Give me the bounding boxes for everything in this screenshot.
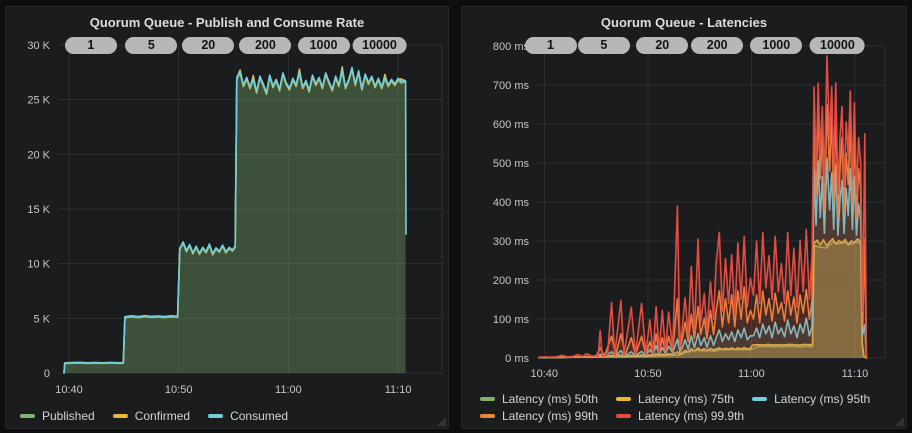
x-tick-label: 11:10 <box>842 368 869 380</box>
legend-item-consumed[interactable]: Consumed <box>208 409 288 423</box>
legend-item-latency-ms-50th[interactable]: Latency (ms) 50th <box>480 392 598 406</box>
y-tick-label: 700 ms <box>493 80 530 92</box>
y-tick-label: 0 ms <box>505 353 529 365</box>
legend-label: Latency (ms) 99th <box>502 409 598 423</box>
dashboard: Quorum Queue - Publish and Consume Rate … <box>0 0 912 433</box>
annotation-pill-200[interactable]: 200 <box>691 37 743 54</box>
y-tick-label: 5 K <box>33 313 50 325</box>
panel-latencies: Quorum Queue - Latencies 0 ms100 ms200 m… <box>461 6 907 429</box>
panel-resize-handle[interactable] <box>437 417 446 426</box>
rate-chart-legend: Published Confirmed Consumed <box>20 408 288 423</box>
annotation-pill-200[interactable]: 200 <box>239 37 291 54</box>
annotation-pill-1000[interactable]: 1000 <box>750 37 802 54</box>
legend-color-dash <box>616 397 631 401</box>
annotation-pill-20[interactable]: 20 <box>636 37 688 54</box>
annotation-pill-20[interactable]: 20 <box>182 37 234 54</box>
annotation-pill-1000[interactable]: 1000 <box>298 37 350 54</box>
y-tick-label: 200 ms <box>493 275 530 287</box>
legend-label: Latency (ms) 50th <box>502 392 598 406</box>
legend-item-latency-ms-95th[interactable]: Latency (ms) 95th <box>752 392 870 406</box>
annotation-pill-10000[interactable]: 10000 <box>352 37 407 54</box>
annotation-pill-5[interactable]: 5 <box>578 37 630 54</box>
y-tick-label: 100 ms <box>493 314 530 326</box>
legend-item-latency-ms-99th[interactable]: Latency (ms) 99th <box>480 409 598 423</box>
legend-color-dash <box>616 414 631 418</box>
latency-chart[interactable]: 0 ms 100 ms 200 ms 300 ms 400 ms 500 ms 600 ms… <box>462 7 906 428</box>
legend-label: Consumed <box>230 409 288 423</box>
legend-label: Latency (ms) 95th <box>774 392 870 406</box>
legend-row: Published Confirmed Consumed <box>20 408 288 423</box>
legend-color-dash <box>208 414 223 418</box>
x-tick-label: 10:50 <box>634 368 662 380</box>
rate-chart[interactable]: 0 5 K 10 K 15 K 20 K 25 K 30 K 10:40 10:50 11:00 1… <box>6 7 448 428</box>
x-tick-label: 11:00 <box>275 384 302 396</box>
x-tick-label: 11:10 <box>385 384 412 396</box>
legend-color-dash <box>480 397 495 401</box>
y-tick-label: 300 ms <box>493 236 530 248</box>
y-tick-label: 400 ms <box>493 197 530 209</box>
legend-color-dash <box>20 414 35 418</box>
legend-label: Latency (ms) 75th <box>638 392 734 406</box>
y-tick-label: 15 K <box>27 204 50 216</box>
y-tick-label: 25 K <box>27 95 50 107</box>
legend-row: Latency (ms) 50th Latency (ms) 75th Latenc… <box>480 391 870 406</box>
legend-color-dash <box>113 414 128 418</box>
panel-publish-consume-rate: Quorum Queue - Publish and Consume Rate … <box>5 6 449 429</box>
y-tick-label: 0 <box>44 368 50 380</box>
panel-resize-handle[interactable] <box>895 417 904 426</box>
legend-label: Published <box>42 409 95 423</box>
x-tick-label: 10:40 <box>531 368 559 380</box>
annotation-pill-1[interactable]: 1 <box>65 37 117 54</box>
y-tick-label: 30 K <box>27 40 50 52</box>
y-tick-label: 10 K <box>27 259 50 271</box>
y-tick-label: 500 ms <box>493 158 530 170</box>
x-tick-label: 11:00 <box>738 368 765 380</box>
latency-chart-legend: Latency (ms) 50th Latency (ms) 75th Latenc… <box>480 391 870 423</box>
annotation-pill-1[interactable]: 1 <box>525 37 577 54</box>
x-tick-label: 10:40 <box>55 384 83 396</box>
x-tick-label: 10:50 <box>165 384 193 396</box>
legend-label: Confirmed <box>135 409 190 423</box>
y-tick-label: 20 K <box>27 149 50 161</box>
y-tick-label: 600 ms <box>493 119 530 131</box>
legend-item-latency-ms-75th[interactable]: Latency (ms) 75th <box>616 392 734 406</box>
legend-item-published[interactable]: Published <box>20 409 95 423</box>
legend-item-confirmed[interactable]: Confirmed <box>113 409 190 423</box>
annotation-pill-10000[interactable]: 10000 <box>810 37 865 54</box>
annotation-pill-5[interactable]: 5 <box>125 37 177 54</box>
legend-row: Latency (ms) 99th Latency (ms) 99.9th <box>480 408 870 423</box>
legend-label: Latency (ms) 99.9th <box>638 409 744 423</box>
legend-item-latency-ms-99.9th[interactable]: Latency (ms) 99.9th <box>616 409 744 423</box>
legend-color-dash <box>480 414 495 418</box>
legend-color-dash <box>752 397 767 401</box>
